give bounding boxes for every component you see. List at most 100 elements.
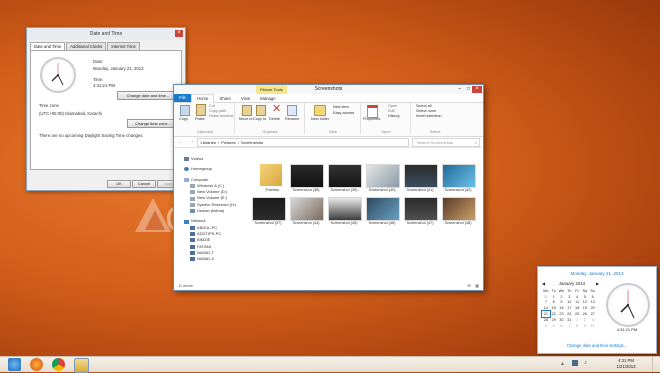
timezone-value: (UTC+05:00) Islamabad, Karachi <box>39 111 102 116</box>
calendar-day[interactable]: 9 <box>581 323 589 329</box>
calendar-day[interactable]: 4 <box>542 323 550 329</box>
volume-icon[interactable]: ♪ <box>584 360 587 366</box>
rename-button[interactable]: Rename <box>285 117 299 121</box>
select-none-button[interactable]: Select none <box>416 109 436 113</box>
pc-icon <box>190 244 195 249</box>
copy-path-button[interactable]: Copy path <box>209 109 226 113</box>
pc-icon <box>190 232 195 237</box>
details-view-icon[interactable]: ☰ <box>467 282 471 290</box>
back-arrow-icon[interactable]: ← <box>177 139 182 145</box>
open-group: Properties Open Edit History Open <box>362 103 411 134</box>
rename-icon[interactable] <box>287 105 297 116</box>
move-to-button[interactable]: Move to <box>239 117 253 121</box>
nav-item-network-pc[interactable]: NAVAD-X <box>174 256 242 262</box>
date-time-dialog: Date and Time × Date and Time Additional… <box>26 27 186 191</box>
tab-internet-time[interactable]: Internet Time <box>107 42 140 50</box>
breadcrumb-screenshots[interactable]: Screenshots <box>241 140 263 145</box>
large-icons-view-icon[interactable]: ▦ <box>475 282 479 290</box>
drive-icon <box>190 184 195 189</box>
delete-button[interactable]: Delete <box>269 117 280 121</box>
calendar-day[interactable]: 6 <box>558 323 566 329</box>
ie-icon[interactable] <box>8 358 21 371</box>
breadcrumb-libraries[interactable]: Libraries <box>201 140 216 145</box>
tab-file[interactable]: File <box>174 94 191 102</box>
cut-button[interactable]: Cut <box>209 104 215 108</box>
search-input[interactable]: Search Screenshots ⌕ <box>412 137 480 147</box>
paste-button[interactable]: Paste <box>195 117 205 121</box>
properties-button[interactable]: Properties <box>363 117 380 121</box>
calendar-grid: Mo Tu We Th Fr Sa Su 31 1 2 3 4 5 6 7 8 … <box>541 288 597 329</box>
new-group-label: New <box>329 130 337 134</box>
tab-share[interactable]: Share <box>214 96 235 101</box>
screenshot-thumbnail <box>366 197 400 221</box>
homegroup-icon <box>184 167 189 172</box>
copy-to-button[interactable]: Copy to <box>253 117 266 121</box>
move-to-icon[interactable] <box>242 105 252 116</box>
up-arrow-icon[interactable]: ↑ <box>191 139 194 145</box>
show-hidden-icons-icon[interactable]: ▲ <box>560 361 565 367</box>
paste-shortcut-button[interactable]: Paste shortcut <box>209 114 233 118</box>
chrome-icon[interactable] <box>52 358 65 371</box>
forward-arrow-icon[interactable]: → <box>184 139 189 145</box>
change-settings-link[interactable]: Change date and time settings... <box>538 343 656 348</box>
calendar-day[interactable]: 10 <box>589 323 597 329</box>
explorer-title: Screenshots <box>314 86 343 92</box>
tab-home[interactable]: Home <box>190 93 215 103</box>
close-icon[interactable]: × <box>472 86 482 93</box>
new-item-button[interactable]: New item <box>333 105 349 109</box>
edit-button[interactable]: Edit <box>388 109 395 113</box>
invert-selection-button[interactable]: Invert selection <box>416 114 442 118</box>
tab-view[interactable]: View <box>236 96 255 101</box>
firefox-icon[interactable] <box>30 358 43 371</box>
tab-additional-clocks[interactable]: Additional Clocks <box>66 42 107 50</box>
prev-month-icon[interactable]: ◀ <box>542 281 545 286</box>
minimize-icon[interactable]: – <box>458 86 461 92</box>
calendar-day[interactable]: 7 <box>565 323 573 329</box>
taskbar-date: 1/21/2013 <box>616 364 636 369</box>
select-all-button[interactable]: Select all <box>416 104 431 108</box>
analog-clock-icon <box>40 57 76 93</box>
timezone-label: Time zone <box>39 103 59 108</box>
next-month-icon[interactable]: ▶ <box>596 281 599 286</box>
network-icon[interactable] <box>572 360 578 366</box>
breadcrumb[interactable]: Libraries › Pictures › Screenshots <box>196 137 409 147</box>
month-title[interactable]: January 2013 <box>552 281 592 286</box>
new-folder-icon[interactable] <box>314 105 326 116</box>
dialog-title: Date and Time <box>89 31 123 37</box>
flyout-time: 4:31:21 PM <box>616 327 638 332</box>
copy-icon[interactable] <box>180 105 190 116</box>
change-date-time-button[interactable]: Change date and time... <box>117 91 179 100</box>
close-icon[interactable]: × <box>175 30 183 37</box>
calendar-day[interactable]: 8 <box>573 323 581 329</box>
dialog-titlebar[interactable]: Date and Time × <box>27 28 185 40</box>
organize-group: Move to Copy to ✕ Delete Rename Organize <box>236 103 305 134</box>
calendar-day[interactable]: 5 <box>550 323 558 329</box>
tab-manage[interactable]: Manage <box>255 96 281 101</box>
paste-icon[interactable] <box>196 104 206 116</box>
copy-to-icon[interactable] <box>256 105 266 116</box>
screenshot-thumbnail <box>328 164 362 188</box>
open-button[interactable]: Open <box>388 104 397 108</box>
date-label: Date: <box>93 59 104 64</box>
long-date-link[interactable]: Monday, January 21, 2013 <box>538 271 656 276</box>
navigation-pane: Videos Homegroup Computer Windows 8 (C:)… <box>174 156 242 280</box>
copy-button[interactable]: Copy <box>179 117 188 121</box>
tab-date-and-time[interactable]: Date and Time <box>30 42 66 50</box>
history-button[interactable]: History <box>388 114 400 118</box>
computer-icon <box>184 177 189 182</box>
show-desktop-button[interactable] <box>652 357 657 371</box>
taskbar-clock[interactable]: 4:31 PM 1/21/2013 <box>608 358 644 370</box>
screenshot-thumbnail <box>252 197 286 221</box>
easy-access-button[interactable]: Easy access <box>333 111 354 115</box>
network-drive-icon <box>190 209 195 214</box>
maximize-icon[interactable]: □ <box>467 86 470 92</box>
new-folder-button[interactable]: New folder <box>311 117 329 121</box>
ok-button[interactable]: OK <box>107 180 131 188</box>
change-time-zone-button[interactable]: Change time zone... <box>127 119 179 128</box>
cancel-button[interactable]: Cancel <box>132 180 156 188</box>
calendar-flyout: Monday, January 21, 2013 ◀ January 2013 … <box>537 266 657 354</box>
explorer-titlebar[interactable]: Picture Tools Screenshots – □ × <box>174 85 483 94</box>
breadcrumb-pictures[interactable]: Pictures <box>221 140 235 145</box>
delete-icon[interactable]: ✕ <box>272 104 281 115</box>
screenshot-thumbnail <box>290 197 324 221</box>
